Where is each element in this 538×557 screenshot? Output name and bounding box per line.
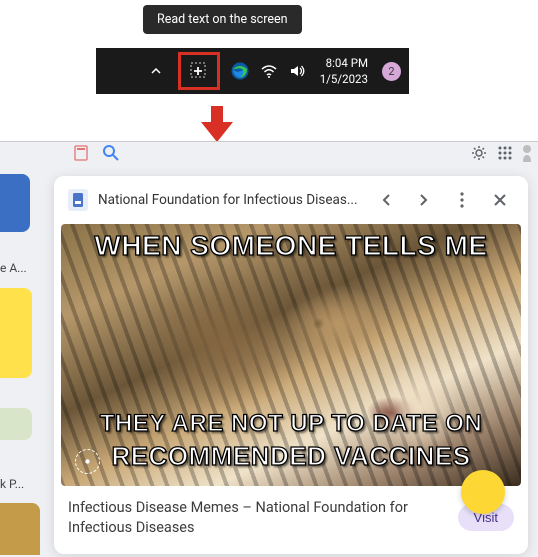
text-extractor-highlight xyxy=(178,52,220,90)
card-header: National Foundation for Infectious Disea… xyxy=(54,176,528,224)
result-thumbnail[interactable] xyxy=(0,503,40,555)
browser-toolbar-left xyxy=(72,141,120,165)
prev-button[interactable] xyxy=(372,186,400,214)
lens-icon[interactable] xyxy=(75,449,100,474)
source-favicon xyxy=(68,189,88,211)
browser-toolbar-right xyxy=(470,141,532,165)
meme-image[interactable]: WHEN SOMEONE TELLS ME THEY ARE NOT UP TO… xyxy=(61,224,521,486)
more-button[interactable] xyxy=(448,186,476,214)
show-hidden-icons[interactable] xyxy=(149,64,164,79)
time: 8:04 PM xyxy=(320,55,368,71)
apps-icon[interactable] xyxy=(496,144,514,162)
clock[interactable]: 8:04 PM 1/5/2023 xyxy=(320,55,368,87)
edge-browser-icon[interactable] xyxy=(230,61,250,81)
date: 1/5/2023 xyxy=(320,71,368,87)
caption-text[interactable]: Infectious Disease Memes – National Foun… xyxy=(68,498,446,537)
lens-icon[interactable] xyxy=(102,144,120,162)
meme-text-top: WHEN SOMEONE TELLS ME xyxy=(61,230,521,262)
settings-icon[interactable] xyxy=(470,144,488,162)
result-thumbnail[interactable] xyxy=(0,174,30,232)
red-arrow-annotation xyxy=(197,104,237,144)
bookmark-icon[interactable] xyxy=(72,144,90,162)
notification-badge[interactable]: 2 xyxy=(382,62,401,81)
image-preview-card: National Foundation for Infectious Disea… xyxy=(54,176,528,554)
taskbar: 8:04 PM 1/5/2023 2 xyxy=(96,48,409,94)
avatar-icon[interactable] xyxy=(522,144,532,162)
meme-text-bot: RECOMMENDED VACCINES xyxy=(61,441,521,472)
meme-text-mid: THEY ARE NOT UP TO DATE ON xyxy=(61,410,521,438)
close-button[interactable] xyxy=(486,186,514,214)
wifi-icon[interactable] xyxy=(260,62,278,80)
result-thumbnail[interactable] xyxy=(0,408,32,440)
result-label: k P... xyxy=(0,477,24,491)
next-button[interactable] xyxy=(410,186,438,214)
floating-action-button[interactable] xyxy=(461,470,505,514)
result-label: e A... xyxy=(0,261,27,275)
tooltip: Read text on the screen xyxy=(143,5,302,34)
source-title[interactable]: National Foundation for Infectious Disea… xyxy=(98,192,362,208)
text-extractor-icon[interactable] xyxy=(189,61,209,81)
volume-icon[interactable] xyxy=(288,62,306,80)
result-thumbnail[interactable] xyxy=(0,288,32,378)
card-caption-row: Infectious Disease Memes – National Foun… xyxy=(54,486,528,545)
